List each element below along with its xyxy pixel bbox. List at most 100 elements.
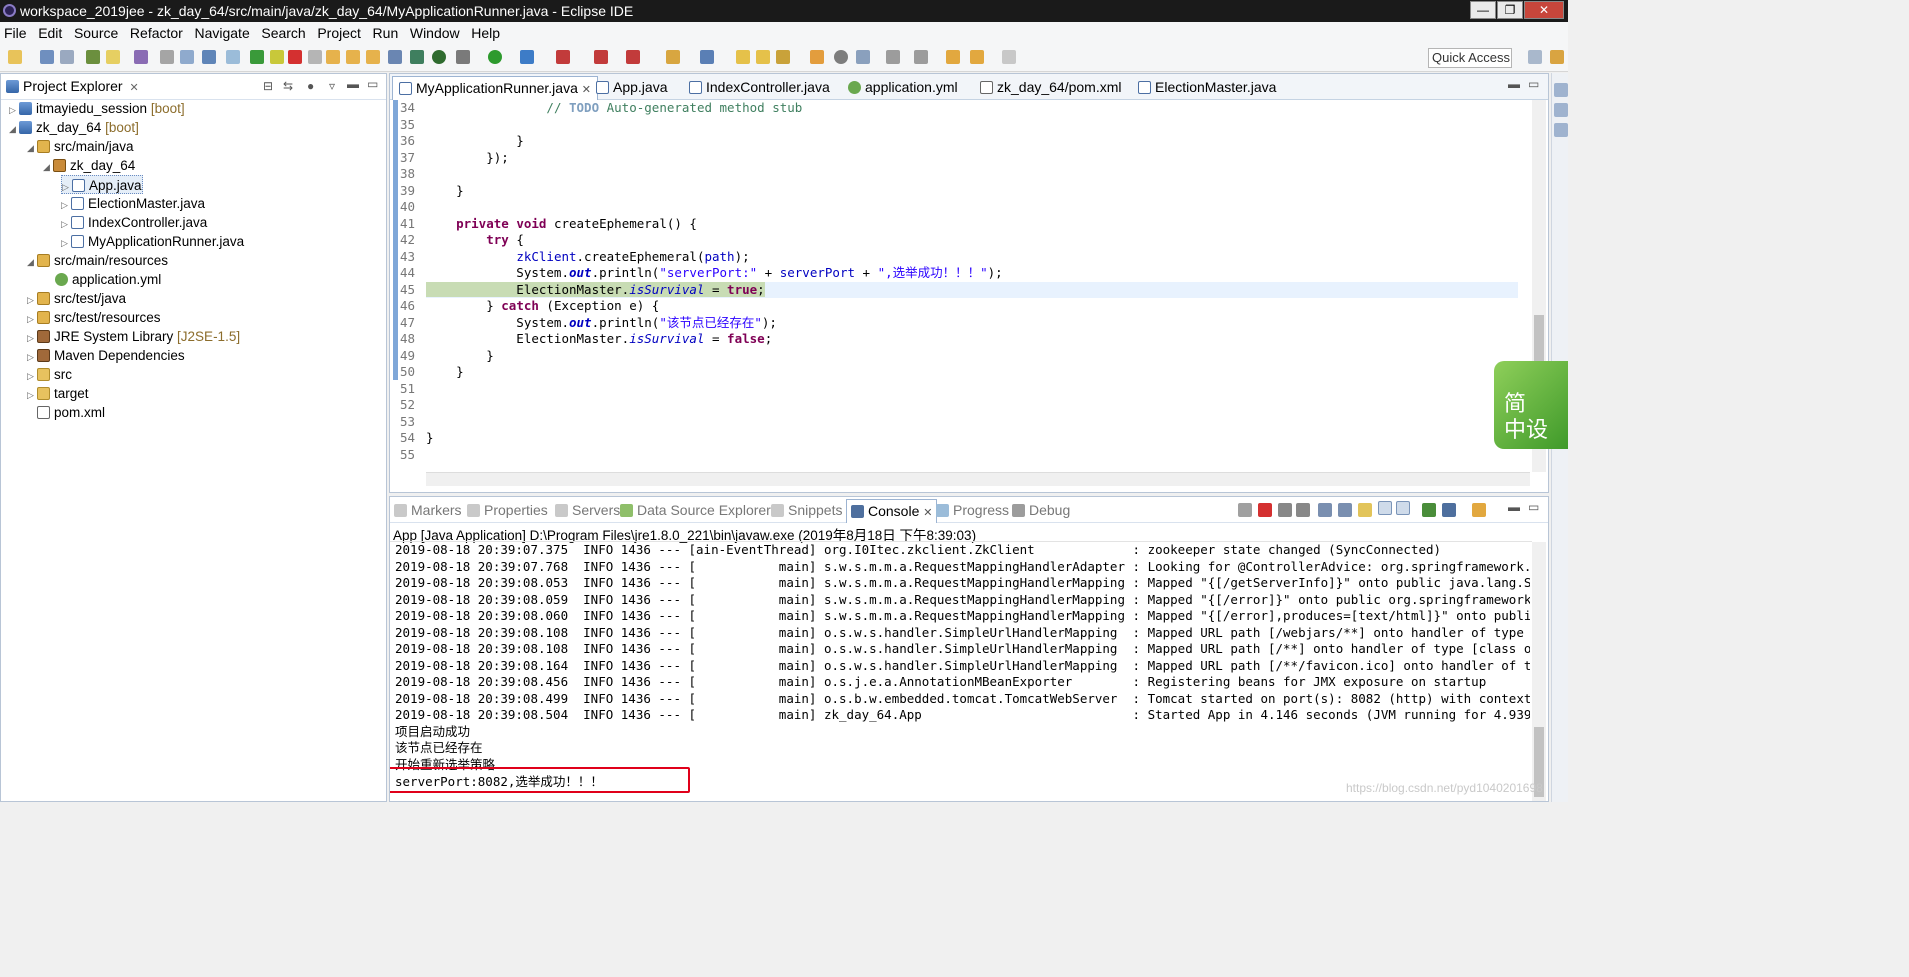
remove-launch-icon[interactable] bbox=[1238, 503, 1252, 517]
search-icon[interactable] bbox=[776, 50, 790, 64]
minimize-editor-icon[interactable]: ▬ bbox=[1508, 77, 1520, 91]
tab-markers[interactable]: Markers bbox=[394, 502, 462, 518]
new-icon[interactable] bbox=[8, 50, 22, 64]
save-icon[interactable] bbox=[40, 50, 54, 64]
menu-search[interactable]: Search bbox=[257, 22, 309, 44]
java-ee-perspective-icon[interactable] bbox=[1550, 50, 1564, 64]
minimize-view-icon[interactable]: ▬ bbox=[347, 77, 359, 91]
ime-badge[interactable]: 简 中设 bbox=[1494, 361, 1568, 449]
quick-access-input[interactable]: Quick Access bbox=[1428, 48, 1512, 68]
tree-item-app-java[interactable]: ▷ App.java bbox=[61, 175, 143, 194]
console-vertical-scrollbar[interactable] bbox=[1532, 542, 1546, 801]
collapse-icon[interactable]: ◢ bbox=[27, 139, 37, 158]
terminate-console-icon[interactable] bbox=[1258, 503, 1272, 517]
menu-refactor[interactable]: Refactor bbox=[126, 22, 187, 44]
close-console-icon[interactable]: ✕ bbox=[923, 507, 932, 519]
tree-item-myapplicationrunner-java[interactable]: ▷ MyApplicationRunner.java bbox=[61, 232, 244, 251]
problems-icon[interactable] bbox=[1554, 123, 1568, 137]
minimize-button[interactable]: — bbox=[1470, 1, 1496, 19]
tab-properties[interactable]: Properties bbox=[467, 502, 548, 518]
collapse-all-icon[interactable]: ⊟ bbox=[263, 79, 273, 93]
maximize-view-icon[interactable]: ▭ bbox=[367, 77, 378, 91]
tree-item-itmayiedu-session[interactable]: ▷ itmayiedu_session [boot] bbox=[9, 99, 185, 118]
tab-snippets[interactable]: Snippets bbox=[771, 502, 842, 518]
menu-file[interactable]: File bbox=[0, 22, 31, 44]
forward-icon[interactable] bbox=[1002, 50, 1016, 64]
whitespace-icon[interactable] bbox=[180, 50, 194, 64]
external-tools-icon[interactable] bbox=[594, 50, 608, 64]
close-view-icon[interactable]: ✕ bbox=[126, 82, 139, 94]
globe-icon[interactable] bbox=[834, 50, 848, 64]
tab-myapplicationrunner[interactable]: MyApplicationRunner.java ✕ bbox=[392, 76, 598, 100]
open-task-icon[interactable] bbox=[756, 50, 770, 64]
maximize-editor-icon[interactable]: ▭ bbox=[1528, 77, 1539, 91]
horizontal-scrollbar[interactable] bbox=[426, 472, 1530, 486]
tree-item-pom-xml[interactable]: pom.xml bbox=[27, 403, 105, 422]
tab-data-source-explorer[interactable]: Data Source Explorer bbox=[620, 502, 771, 518]
drop-to-frame-icon[interactable] bbox=[388, 50, 402, 64]
tab-console[interactable]: Console ✕ bbox=[846, 499, 938, 523]
server-icon[interactable] bbox=[626, 50, 640, 64]
open-folder-icon[interactable] bbox=[810, 50, 824, 64]
disconnect-icon[interactable] bbox=[308, 50, 322, 64]
open-perspective-icon[interactable] bbox=[1528, 50, 1542, 64]
collapse-icon[interactable]: ◢ bbox=[27, 253, 37, 272]
minimize-console-icon[interactable]: ▬ bbox=[1508, 500, 1520, 514]
tree-item-target[interactable]: ▷ target bbox=[27, 384, 89, 403]
remove-all-terminated-icon[interactable] bbox=[1278, 503, 1292, 517]
tree-item-src-main-java[interactable]: ◢ src/main/java bbox=[27, 137, 134, 156]
tree-item-src-main-resources[interactable]: ◢ src/main/resources bbox=[27, 251, 168, 270]
menu-help[interactable]: Help bbox=[467, 22, 504, 44]
tab-progress[interactable]: Progress bbox=[936, 502, 1009, 518]
tab-app-java[interactable]: App.java bbox=[590, 76, 673, 100]
tree-item-jre-system-library[interactable]: ▷ JRE System Library [J2SE-1.5] bbox=[27, 327, 240, 346]
maximize-console-icon[interactable]: ▭ bbox=[1528, 500, 1539, 514]
tab-electionmaster[interactable]: ElectionMaster.java bbox=[1132, 76, 1282, 100]
outline-icon[interactable] bbox=[1554, 83, 1568, 97]
tree-item-src[interactable]: ▷ src bbox=[27, 365, 72, 384]
coverage-icon[interactable] bbox=[556, 50, 570, 64]
menu-window[interactable]: Window bbox=[406, 22, 464, 44]
clear-console-icon[interactable] bbox=[1296, 503, 1310, 517]
toggle-mark-icon[interactable] bbox=[86, 50, 100, 64]
debug-icon[interactable] bbox=[520, 50, 534, 64]
mark-occurrences-icon[interactable] bbox=[134, 50, 148, 64]
pin-console-icon[interactable] bbox=[1396, 501, 1410, 515]
save-all-icon[interactable] bbox=[60, 50, 74, 64]
close-button[interactable]: ✕ bbox=[1524, 1, 1564, 19]
word-wrap-icon[interactable] bbox=[1338, 503, 1352, 517]
tree-item-package-zk-day-64[interactable]: ◢ zk_day_64 bbox=[43, 156, 135, 175]
menu-edit[interactable]: Edit bbox=[34, 22, 66, 44]
highlight-icon[interactable] bbox=[106, 50, 120, 64]
show-on-stderr-icon[interactable] bbox=[1378, 501, 1392, 515]
tree-item-maven-dependencies[interactable]: ▷ Maven Dependencies bbox=[27, 346, 185, 365]
use-step-filters-icon[interactable] bbox=[410, 50, 424, 64]
skip-breakpoints-icon[interactable] bbox=[226, 50, 240, 64]
code-editor[interactable]: 34 35 36 37 38 39 40 41 42 43 44 45 46 4… bbox=[390, 100, 1548, 492]
tree-item-src-test-resources[interactable]: ▷ src/test/resources bbox=[27, 308, 161, 327]
new-java-project-icon[interactable] bbox=[666, 50, 680, 64]
step-into-icon[interactable] bbox=[326, 50, 340, 64]
step-over-icon[interactable] bbox=[346, 50, 360, 64]
collapse-icon[interactable]: ◢ bbox=[43, 158, 53, 177]
link-editor-icon[interactable]: ⇆ bbox=[283, 79, 293, 93]
back-icon[interactable] bbox=[970, 50, 984, 64]
tab-application-yml[interactable]: application.yml bbox=[842, 76, 964, 100]
tree-item-electionmaster-java[interactable]: ▷ ElectionMaster.java bbox=[61, 194, 205, 213]
tree-item-application-yml[interactable]: application.yml bbox=[45, 270, 161, 289]
console-output[interactable]: 2019-08-18 20:39:07.375 INFO 1436 --- [a… bbox=[390, 542, 1530, 801]
open-console-icon[interactable] bbox=[1442, 503, 1456, 517]
tree-item-zk-day-64[interactable]: ◢ zk_day_64 [boot] bbox=[9, 118, 139, 137]
scroll-lock-icon[interactable] bbox=[1318, 503, 1332, 517]
tab-servers[interactable]: Servers bbox=[555, 502, 620, 518]
tab-indexcontroller[interactable]: IndexController.java bbox=[683, 76, 836, 100]
focus-icon[interactable]: ● bbox=[307, 79, 314, 93]
menu-navigate[interactable]: Navigate bbox=[190, 22, 253, 44]
collapse-icon[interactable]: ◢ bbox=[9, 120, 19, 139]
terminate-icon[interactable] bbox=[288, 50, 302, 64]
open-type-icon[interactable] bbox=[736, 50, 750, 64]
task-list-icon[interactable] bbox=[1554, 103, 1568, 117]
show-on-stdout-icon[interactable] bbox=[1358, 503, 1372, 517]
tree-item-indexcontroller-java[interactable]: ▷ IndexController.java bbox=[61, 213, 207, 232]
target-icon[interactable] bbox=[432, 50, 446, 64]
